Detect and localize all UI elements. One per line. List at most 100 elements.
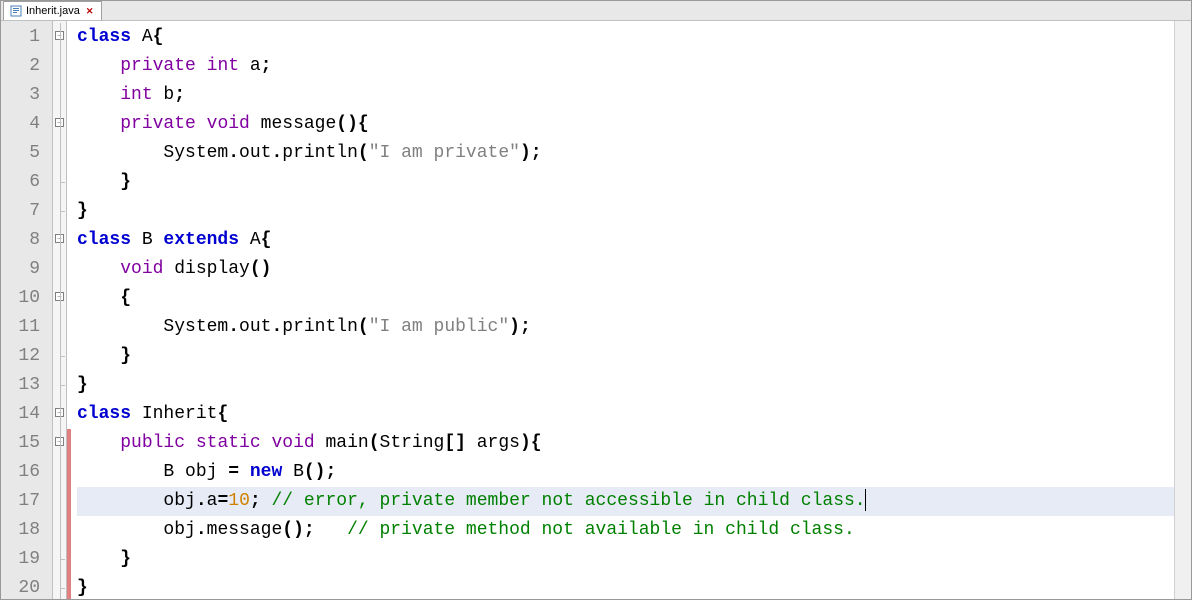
token-punct: ( <box>358 143 369 163</box>
token-type: void <box>271 433 314 453</box>
fold-cell: − <box>53 400 66 429</box>
token-txt: B <box>131 230 163 250</box>
code-line[interactable]: obj.a=10; // error, private member not a… <box>77 487 1174 516</box>
code-line[interactable]: class B extends A{ <box>77 226 1174 255</box>
line-number: 7 <box>1 197 52 226</box>
code-line[interactable]: class A{ <box>77 23 1174 52</box>
token-txt: System <box>163 143 228 163</box>
token-str: "I am private" <box>369 143 520 163</box>
token-txt <box>315 520 347 540</box>
line-number: 12 <box>1 342 52 371</box>
code-line[interactable]: obj.message(); // private method not ava… <box>77 516 1174 545</box>
code-line[interactable]: int b; <box>77 81 1174 110</box>
token-txt: obj <box>163 491 195 511</box>
token-punct: ; <box>250 491 261 511</box>
fold-cell <box>53 516 66 545</box>
fold-cell <box>53 168 66 197</box>
line-number: 2 <box>1 52 52 81</box>
token-txt: message <box>207 520 283 540</box>
token-cmt: // error, private member not accessible … <box>272 491 866 511</box>
code-line[interactable]: } <box>77 197 1174 226</box>
token-punct: { <box>153 27 164 47</box>
token-punct: } <box>120 549 131 569</box>
line-number: 4 <box>1 110 52 139</box>
fold-cell: − <box>53 23 66 52</box>
fold-cell <box>53 371 66 400</box>
code-line[interactable]: void display() <box>77 255 1174 284</box>
fold-cell <box>53 81 66 110</box>
token-ind <box>77 433 120 453</box>
code-line[interactable]: private void message(){ <box>77 110 1174 139</box>
code-line[interactable]: B obj = new B(); <box>77 458 1174 487</box>
fold-cell: − <box>53 284 66 313</box>
token-punct: ; <box>174 85 185 105</box>
line-number: 10 <box>1 284 52 313</box>
token-punct: . <box>196 491 207 511</box>
token-txt: B obj <box>163 462 228 482</box>
fold-cell: − <box>53 429 66 458</box>
token-ind <box>77 549 120 569</box>
vertical-scrollbar[interactable] <box>1174 21 1191 599</box>
line-number: 13 <box>1 371 52 400</box>
token-punct: } <box>77 375 88 395</box>
fold-cell <box>53 52 66 81</box>
code-line[interactable]: class Inherit{ <box>77 400 1174 429</box>
code-line[interactable]: System.out.println("I am public"); <box>77 313 1174 342</box>
fold-cell <box>53 545 66 574</box>
token-mod: private <box>120 56 196 76</box>
code-line[interactable]: public static void main(String[] args){ <box>77 429 1174 458</box>
code-line[interactable]: } <box>77 342 1174 371</box>
token-type: int <box>120 85 152 105</box>
token-ind <box>77 56 120 76</box>
token-punct: (); <box>282 520 314 540</box>
token-txt: A <box>131 27 153 47</box>
token-punct: } <box>77 201 88 221</box>
token-txt: b <box>153 85 175 105</box>
token-punct: ; <box>261 56 272 76</box>
tab-filename: Inherit.java <box>26 5 80 17</box>
line-number: 9 <box>1 255 52 284</box>
fold-cell: − <box>53 226 66 255</box>
fold-cell <box>53 458 66 487</box>
token-txt: Inherit <box>131 404 217 424</box>
code-line[interactable]: } <box>77 574 1174 599</box>
token-txt: out <box>239 143 271 163</box>
token-punct: = <box>228 462 239 482</box>
code-editor[interactable]: 1234567891011121314151617181920 −−−−−− c… <box>1 21 1191 599</box>
token-kw: class <box>77 27 131 47</box>
token-txt: System <box>163 317 228 337</box>
code-line[interactable]: } <box>77 371 1174 400</box>
line-number: 18 <box>1 516 52 545</box>
token-txt: display <box>163 259 249 279</box>
code-line[interactable]: } <box>77 545 1174 574</box>
token-punct: ( <box>358 317 369 337</box>
token-ind <box>77 143 163 163</box>
token-ind <box>77 317 163 337</box>
line-number: 5 <box>1 139 52 168</box>
line-number: 11 <box>1 313 52 342</box>
line-number-gutter: 1234567891011121314151617181920 <box>1 21 53 599</box>
tab-bar: Inherit.java ✕ <box>1 1 1191 21</box>
token-punct: ); <box>509 317 531 337</box>
token-txt <box>261 433 272 453</box>
line-number: 19 <box>1 545 52 574</box>
file-tab[interactable]: Inherit.java ✕ <box>3 1 102 20</box>
code-line[interactable]: private int a; <box>77 52 1174 81</box>
token-mod: public <box>120 433 185 453</box>
java-file-icon <box>10 5 22 17</box>
token-txt <box>261 491 272 511</box>
code-area[interactable]: class A{ private int a; int b; private v… <box>71 21 1174 599</box>
token-punct: (); <box>304 462 336 482</box>
token-punct: . <box>228 143 239 163</box>
code-line[interactable]: { <box>77 284 1174 313</box>
token-punct: } <box>120 172 131 192</box>
code-line[interactable]: System.out.println("I am private"); <box>77 139 1174 168</box>
line-number: 3 <box>1 81 52 110</box>
close-icon[interactable]: ✕ <box>84 6 96 17</box>
token-punct: (){ <box>336 114 368 134</box>
line-number: 1 <box>1 23 52 52</box>
token-punct: { <box>120 288 131 308</box>
token-type: void <box>207 114 250 134</box>
code-line[interactable]: } <box>77 168 1174 197</box>
token-punct: ){ <box>520 433 542 453</box>
